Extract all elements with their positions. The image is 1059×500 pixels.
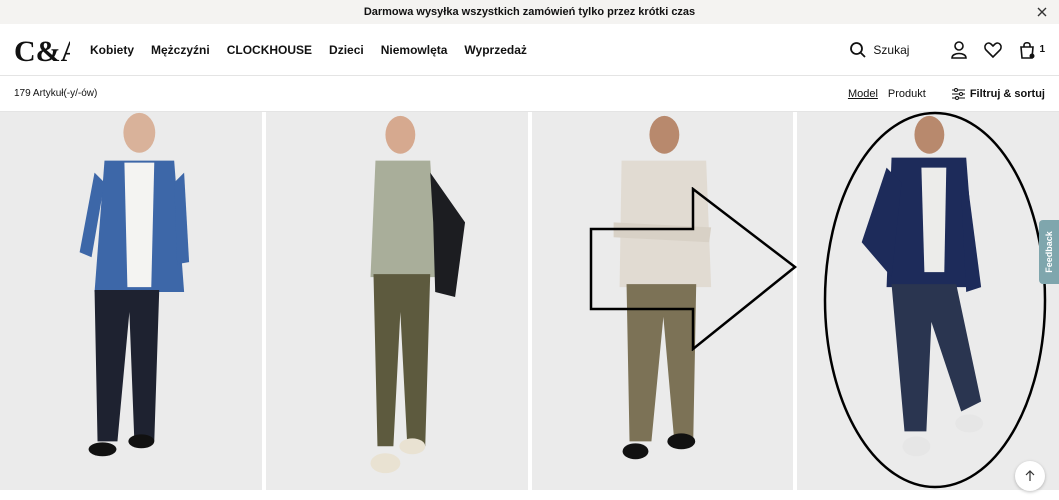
search-icon xyxy=(850,41,867,58)
bag-icon xyxy=(1020,41,1035,59)
view-toggle: Model Produkt xyxy=(848,88,926,100)
view-model-button[interactable]: Model xyxy=(848,88,878,100)
nav-kobiety[interactable]: Kobiety xyxy=(90,43,134,57)
close-icon[interactable] xyxy=(1035,5,1049,19)
feedback-label: Feedback xyxy=(1044,231,1054,273)
scroll-to-top-button[interactable] xyxy=(1015,461,1045,491)
cart-button[interactable]: 1 xyxy=(1017,40,1045,60)
article-count: 179 Artykuł(-y/-ów) xyxy=(14,88,98,99)
product-grid xyxy=(0,112,1059,490)
header-actions: Szukaj 1 xyxy=(849,40,1045,60)
product-card[interactable] xyxy=(797,112,1059,490)
ca-logo[interactable]: C&A xyxy=(14,33,70,67)
nav-dzieci[interactable]: Dzieci xyxy=(329,43,364,57)
search-button[interactable]: Szukaj xyxy=(849,41,909,59)
nav-clockhouse[interactable]: CLOCKHOUSE xyxy=(227,43,312,57)
sliders-icon xyxy=(951,87,965,100)
product-image xyxy=(79,112,190,457)
main-nav: Kobiety Mężczyźni CLOCKHOUSE Dzieci Niem… xyxy=(90,43,527,57)
promo-text: Darmowa wysyłka wszystkich zamówień tylk… xyxy=(363,6,696,18)
filter-label: Filtruj & sortuj xyxy=(969,87,1045,100)
filter-sort-button[interactable]: Filtruj & sortuj xyxy=(951,87,1045,100)
site-header: C&A Kobiety Mężczyźni CLOCKHOUSE Dzieci … xyxy=(0,24,1059,76)
product-image xyxy=(613,115,711,460)
nav-wyprzedaz[interactable]: Wyprzedaż xyxy=(464,43,526,57)
product-image xyxy=(370,115,465,474)
arrow-up-icon xyxy=(1025,470,1035,481)
product-image xyxy=(861,115,984,457)
promo-banner: Darmowa wysyłka wszystkich zamówień tylk… xyxy=(0,0,1059,24)
listing-toolbar: 179 Artykuł(-y/-ów) Model Produkt Filtru… xyxy=(0,76,1059,112)
nav-mezczyzni[interactable]: Mężczyźni xyxy=(151,43,210,57)
cart-count: 1 xyxy=(1039,44,1045,55)
nav-niemowleta[interactable]: Niemowlęta xyxy=(381,43,448,57)
search-label: Szukaj xyxy=(873,42,910,57)
product-card[interactable] xyxy=(0,112,262,490)
heart-icon[interactable] xyxy=(983,40,1003,60)
view-product-button[interactable]: Produkt xyxy=(888,88,926,100)
product-card[interactable] xyxy=(531,112,794,490)
logo-text: C&A xyxy=(14,35,70,67)
product-card[interactable] xyxy=(265,112,528,490)
account-icon[interactable] xyxy=(949,40,969,60)
feedback-tab[interactable]: Feedback xyxy=(1039,220,1059,284)
